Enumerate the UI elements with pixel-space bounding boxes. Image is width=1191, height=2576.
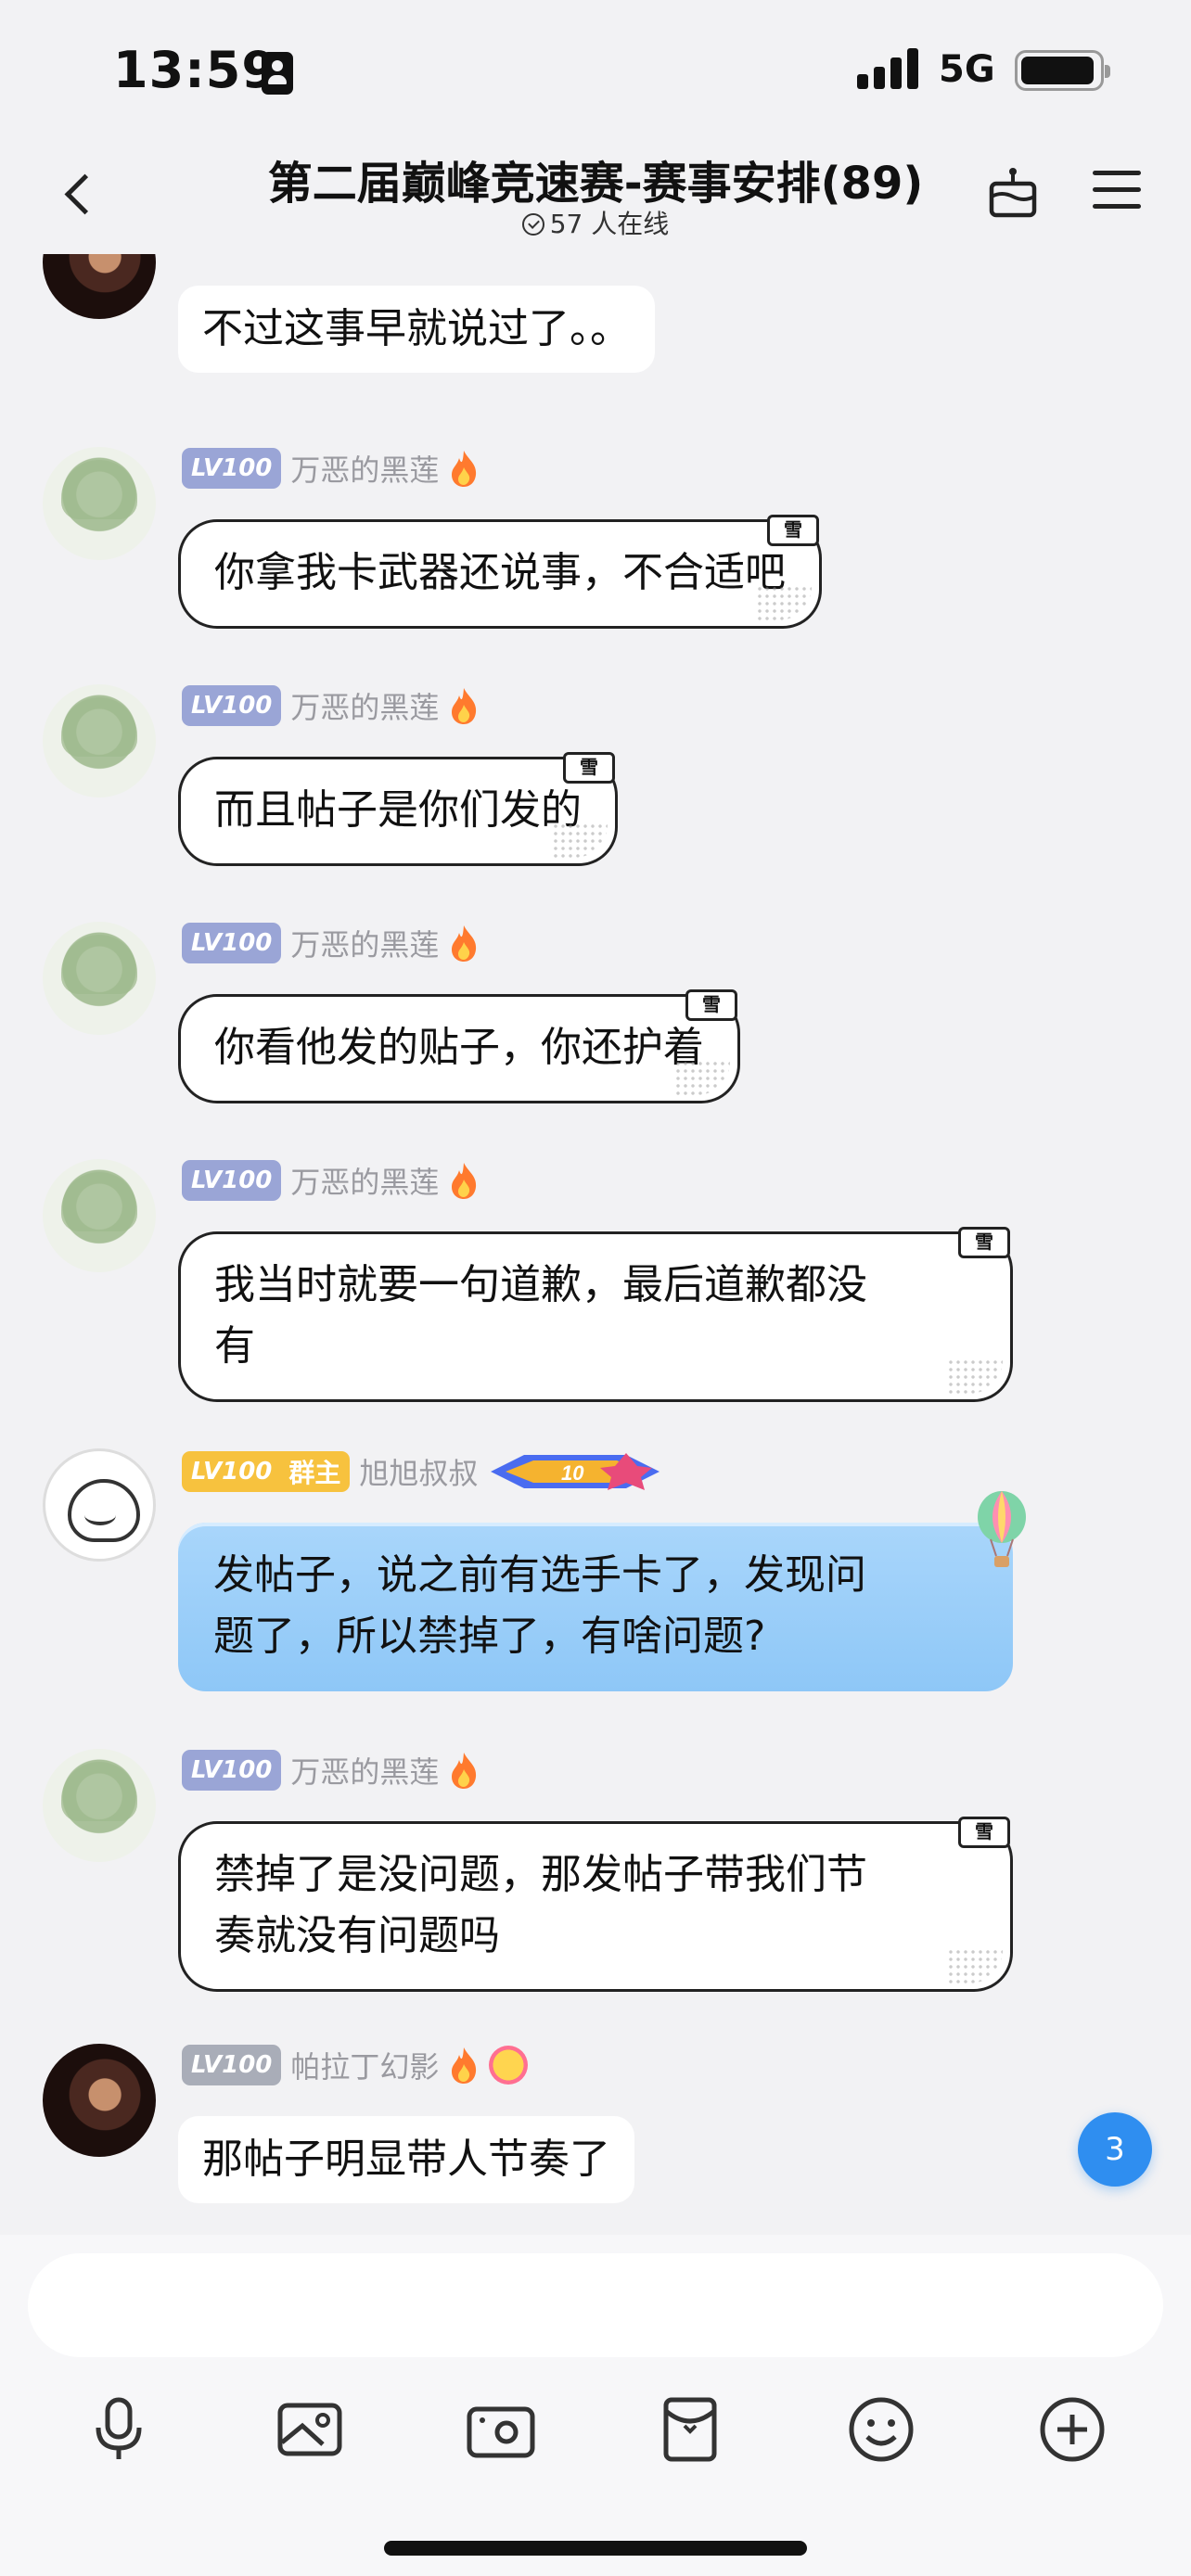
message-bubble[interactable]: 雪 你看他发的贴子，你还护着 [178, 989, 740, 1103]
signal-strength-icon [857, 48, 920, 89]
sender-name[interactable]: 万恶的黑莲 [290, 1159, 439, 1202]
sender-row: LV100 万恶的黑莲 [182, 1747, 480, 1793]
sender-row: LV100 群主 旭旭叔叔 10 [182, 1448, 663, 1495]
group-gift-icon[interactable] [987, 163, 1039, 219]
message-input[interactable] [28, 2253, 1163, 2357]
message-list[interactable]: 不过这事早就说过了。。 LV100 万恶的黑莲 雪 你拿我卡武器还说事，不合适吧… [0, 254, 1191, 2235]
online-count: 57 人在线 [549, 209, 670, 239]
input-toolbar [0, 2391, 1191, 2483]
message-text: 而且帖子是你们发的 [214, 786, 582, 834]
sender-name[interactable]: 万恶的黑莲 [290, 447, 439, 490]
flame-icon [452, 451, 477, 487]
message-bubble[interactable]: 那帖子明显带人节奏了 [178, 2116, 634, 2203]
flame-icon [452, 1753, 477, 1789]
online-check-icon [521, 213, 544, 236]
sender-row: LV100 万恶的黑莲 [182, 920, 480, 966]
message-bubble[interactable]: 不过这事早就说过了。。 [178, 286, 655, 373]
bubble-stamp-icon: 雪 [563, 752, 615, 784]
message-text: 不过这事早就说过了。。 [202, 305, 631, 352]
plus-icon[interactable] [1033, 2391, 1111, 2468]
status-bar: 13:59 5G [0, 0, 1191, 139]
message-text-line: 题了，所以禁掉了，有啥问题? [213, 1613, 766, 1660]
message-text: 那帖子明显带人节奏了 [202, 2136, 610, 2183]
hot-air-balloon-icon [978, 1491, 1026, 1567]
message-text-line: 奏就没有问题吗 [214, 1912, 500, 1959]
sender-name[interactable]: 帕拉丁幻影 [290, 2044, 439, 2086]
avatar[interactable] [43, 254, 156, 319]
sender-name[interactable]: 万恶的黑莲 [290, 922, 439, 964]
message-bubble[interactable]: 雪 禁掉了是没问题，那发帖子带我们节 奏就没有问题吗 [178, 1817, 1013, 1992]
flame-icon [452, 925, 477, 962]
level-badge: LV100 [182, 1750, 282, 1791]
avatar[interactable] [43, 1749, 156, 1862]
emoji-icon[interactable] [842, 2391, 920, 2468]
network-type: 5G [939, 48, 995, 91]
rank-medal-icon: 10 [491, 1453, 660, 1490]
message-bubble[interactable]: 雪 你拿我卡武器还说事，不合适吧 [178, 515, 822, 629]
input-area [0, 2235, 1191, 2576]
message-text-line: 禁掉了是没问题，那发帖子带我们节 [214, 1851, 867, 1898]
avatar[interactable] [43, 922, 156, 1035]
avatar[interactable] [43, 447, 156, 560]
level-badge: LV100 [182, 923, 282, 963]
bubble-stamp-icon: 雪 [958, 1227, 1010, 1258]
flame-icon [452, 1163, 477, 1199]
smile-badge-icon [489, 2046, 529, 2085]
more-menu-icon[interactable] [1091, 167, 1143, 213]
flame-icon [452, 2047, 477, 2084]
home-indicator[interactable] [384, 2541, 807, 2556]
bubble-stamp-icon: 雪 [767, 515, 819, 546]
message-text: 你拿我卡武器还说事，不合适吧 [214, 549, 786, 596]
bubble-stamp-icon: 雪 [958, 1817, 1010, 1848]
message-text-line: 我当时就要一句道歉，最后道歉都没 [214, 1261, 867, 1308]
avatar[interactable] [43, 2044, 156, 2157]
flame-icon [452, 688, 477, 724]
message-text-line: 发帖子，说之前有选手卡了，发现问 [213, 1551, 866, 1599]
red-packet-icon[interactable] [651, 2391, 729, 2468]
svg-text:10: 10 [561, 1461, 584, 1485]
sender-row: LV100 帕拉丁幻影 [182, 2042, 529, 2088]
status-time: 13:59 [113, 41, 277, 99]
message-bubble[interactable]: 雪 而且帖子是你们发的 [178, 752, 618, 866]
message-bubble[interactable]: 雪 我当时就要一句道歉，最后道歉都没 有 [178, 1227, 1013, 1402]
message-text: 你看他发的贴子，你还护着 [214, 1024, 704, 1071]
message-bubble[interactable]: 发帖子，说之前有选手卡了，发现问 题了，所以禁掉了，有啥问题? [178, 1523, 1013, 1691]
level-badge: LV100 [182, 448, 282, 489]
message-text-line: 有 [214, 1322, 255, 1370]
level-badge: LV100 [182, 1160, 282, 1201]
image-icon[interactable] [271, 2391, 349, 2468]
sender-name[interactable]: 万恶的黑莲 [290, 1749, 439, 1792]
battery-icon [1015, 50, 1110, 91]
level-badge: LV100 [182, 685, 282, 726]
microphone-icon[interactable] [80, 2391, 158, 2468]
sender-row: LV100 万恶的黑莲 [182, 1157, 480, 1204]
bubble-stamp-icon: 雪 [685, 989, 737, 1021]
sender-row: LV100 万恶的黑莲 [182, 682, 480, 729]
level-badge: LV100 [182, 1451, 280, 1492]
avatar[interactable] [43, 1448, 156, 1562]
sender-row: LV100 万恶的黑莲 [182, 445, 480, 491]
contact-card-icon [262, 52, 293, 95]
level-badge: LV100 [182, 2045, 282, 2085]
avatar[interactable] [43, 1159, 156, 1272]
chat-header: 第二届巅峰竞速赛-赛事安排(89) 57 人在线 [0, 139, 1191, 254]
sender-name[interactable]: 旭旭叔叔 [359, 1450, 478, 1493]
owner-badge: 群主 [279, 1451, 351, 1492]
camera-icon[interactable] [462, 2391, 540, 2468]
unread-count-badge[interactable]: 3 [1078, 2112, 1152, 2187]
avatar[interactable] [43, 684, 156, 797]
sender-name[interactable]: 万恶的黑莲 [290, 684, 439, 727]
